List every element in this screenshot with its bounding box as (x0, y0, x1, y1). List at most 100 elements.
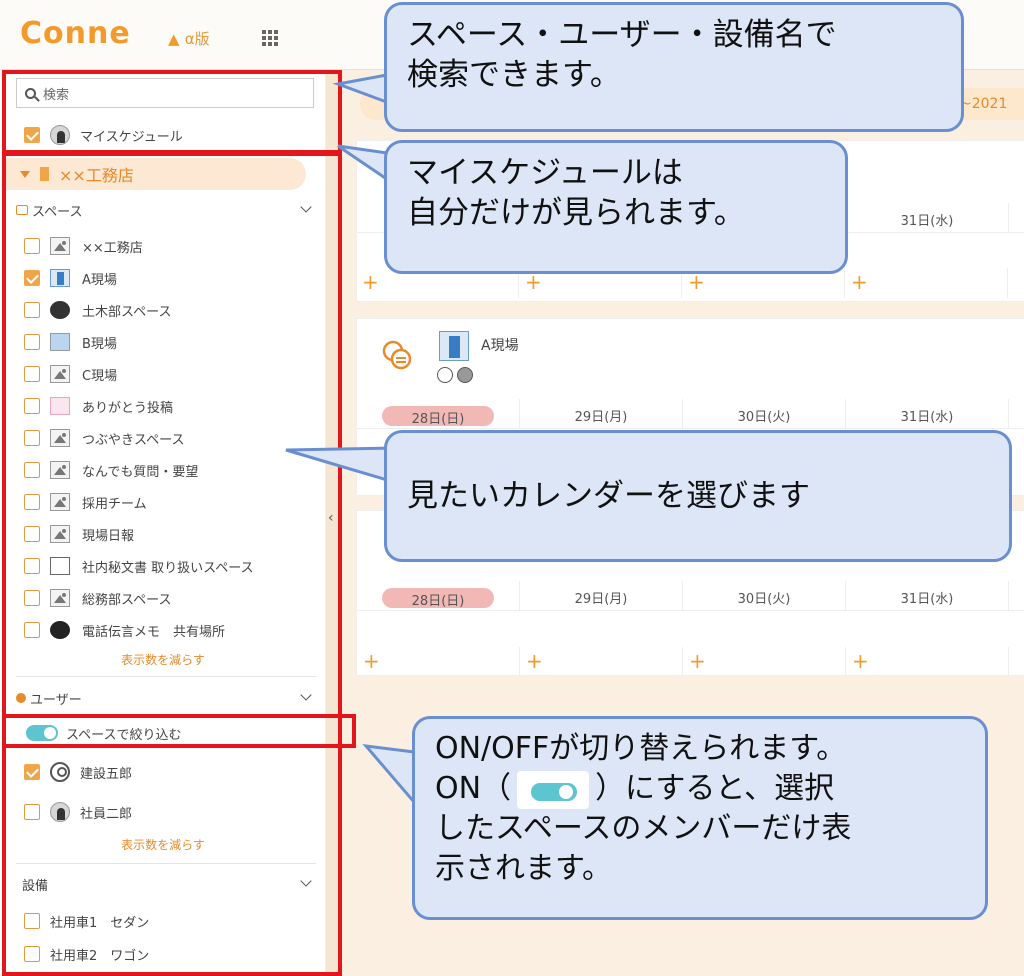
space-item[interactable]: ありがとう投稿 (24, 395, 173, 417)
space-icon (16, 205, 28, 215)
space-item[interactable]: 総務部スペース (24, 587, 171, 609)
member-avatar-icon[interactable] (457, 367, 473, 383)
user-item[interactable]: 社員二郎 (24, 801, 132, 823)
my-schedule-item[interactable]: マイスケジュール (24, 124, 183, 146)
add-event-button[interactable]: + (357, 647, 520, 677)
space-checkbox[interactable] (24, 238, 40, 254)
filter-toggle-switch[interactable] (26, 725, 58, 741)
building-icon (50, 269, 70, 287)
group-header[interactable]: ××工務店 (6, 158, 306, 190)
user-avatar-icon (50, 802, 70, 822)
space-item[interactable]: ××工務店 (24, 235, 143, 257)
add-event-button[interactable]: + (683, 647, 846, 677)
toggle-on-icon (517, 770, 590, 809)
users-show-less-link[interactable]: 表示数を減らす (0, 836, 325, 853)
space-checkbox[interactable] (24, 334, 40, 350)
user-checkbox[interactable] (24, 804, 40, 820)
warning-icon: ▲ (168, 30, 180, 48)
equipment-checkbox[interactable] (24, 946, 40, 962)
space-item[interactable]: 土木部スペース (24, 299, 171, 321)
equipment-item[interactable]: 社用車1 セダン (24, 910, 149, 932)
equipment-item[interactable]: 社用車2 ワゴン (24, 943, 149, 965)
building-icon (40, 167, 49, 181)
day-header: 29日(月) (520, 399, 683, 428)
day-header: 31日(水) (846, 581, 1009, 610)
callout-toggle: ON/OFFが切り替えられます。 ON（ ）にすると、選択 したスペースのメンバー… (412, 716, 988, 920)
user-avatar-icon (50, 762, 70, 782)
avatar-icon (50, 125, 70, 145)
day-header-today: 28日(日) (357, 581, 520, 610)
date-range-text: ~2021 (960, 96, 1008, 112)
equipment-label: 社用車1 セダン (50, 915, 150, 931)
add-event-button[interactable]: + (846, 647, 1009, 677)
space-checkbox[interactable] (24, 430, 40, 446)
map-icon (50, 333, 70, 351)
space-label: 土木部スペース (82, 304, 172, 320)
alpha-label: α版 (184, 30, 210, 48)
chevron-down-icon[interactable] (300, 201, 312, 213)
day-header: 31日(水) (846, 203, 1009, 232)
spaces-section-header[interactable]: スペース (16, 198, 316, 222)
space-label: ありがとう投稿 (82, 400, 174, 416)
space-label: 採用チーム (82, 496, 147, 512)
sidebar-collapse-handle[interactable]: ‹ (326, 70, 342, 976)
space-name: A現場 (481, 338, 519, 354)
chevron-down-icon[interactable] (300, 689, 312, 701)
space-checkbox[interactable] (24, 398, 40, 414)
space-label: C現場 (82, 368, 118, 384)
space-checkbox[interactable] (24, 622, 40, 638)
callout-toggle-line2: ON（ ）にすると、選択 (435, 769, 965, 809)
space-checkbox[interactable] (24, 366, 40, 382)
callout-tail (362, 744, 416, 807)
space-label: B現場 (82, 336, 117, 352)
space-checkbox[interactable] (24, 558, 40, 574)
member-avatar-icon[interactable] (437, 367, 453, 383)
gift-icon (50, 397, 70, 415)
users-section-header[interactable]: ユーザー (16, 686, 316, 710)
space-item[interactable]: 採用チーム (24, 491, 147, 513)
app-logo[interactable]: Conne (20, 16, 131, 51)
chat-space-icon (382, 340, 412, 370)
equipment-section-header[interactable]: 設備 (16, 872, 316, 896)
space-checkbox[interactable] (24, 494, 40, 510)
space-item[interactable]: つぶやきスペース (24, 427, 184, 449)
space-item[interactable]: 社内秘文書 取り扱いスペース (24, 555, 254, 577)
sidebar: 検索 マイスケジュール ××工務店 スペース ××工務店 A現場 土木部スペース… (0, 70, 326, 976)
day-header-today: 28日(日) (357, 399, 520, 428)
space-label: A現場 (82, 272, 117, 288)
callout-search: スペース・ユーザー・設備名で 検索できます。 (384, 2, 964, 132)
search-input[interactable]: 検索 (16, 78, 314, 108)
day-header: 29日(月) (520, 581, 683, 610)
space-item[interactable]: C現場 (24, 363, 117, 385)
phone-icon (50, 621, 70, 639)
space-item[interactable]: なんでも質問・要望 (24, 459, 198, 481)
day-header: 30日(火) (683, 581, 846, 610)
add-event-button[interactable]: + (845, 268, 1008, 298)
space-checkbox[interactable] (24, 590, 40, 606)
add-event-button[interactable]: + (520, 647, 683, 677)
day-header-row: 28日(日) 29日(月) 30日(火) 31日(水) (357, 399, 1024, 429)
space-checkbox[interactable] (24, 270, 40, 286)
chevron-down-icon[interactable] (300, 875, 312, 887)
user-checkbox[interactable] (24, 764, 40, 780)
image-icon (50, 589, 70, 607)
space-item[interactable]: A現場 (24, 267, 117, 289)
space-checkbox[interactable] (24, 526, 40, 542)
space-item[interactable]: B現場 (24, 331, 117, 353)
space-checkbox[interactable] (24, 302, 40, 318)
image-icon (50, 525, 70, 543)
callout-my-schedule-text: マイスケジュールは 自分だけが見られます。 (407, 155, 745, 231)
space-item[interactable]: 電話伝言メモ 共有場所 (24, 619, 225, 641)
callout-choose-calendar: 見たいカレンダーを選びます (384, 430, 1012, 562)
image-icon (50, 429, 70, 447)
user-label: 社員二郎 (80, 806, 133, 822)
space-checkbox[interactable] (24, 462, 40, 478)
space-item[interactable]: 現場日報 (24, 523, 134, 545)
my-schedule-checkbox[interactable] (24, 127, 40, 143)
caret-down-icon (20, 170, 30, 178)
filter-toggle-row[interactable]: スペースで絞り込む (26, 722, 181, 744)
spaces-show-less-link[interactable]: 表示数を減らす (0, 651, 325, 668)
equipment-checkbox[interactable] (24, 913, 40, 929)
user-item[interactable]: 建設五郎 (24, 761, 132, 783)
apps-grid-icon[interactable] (262, 30, 280, 46)
